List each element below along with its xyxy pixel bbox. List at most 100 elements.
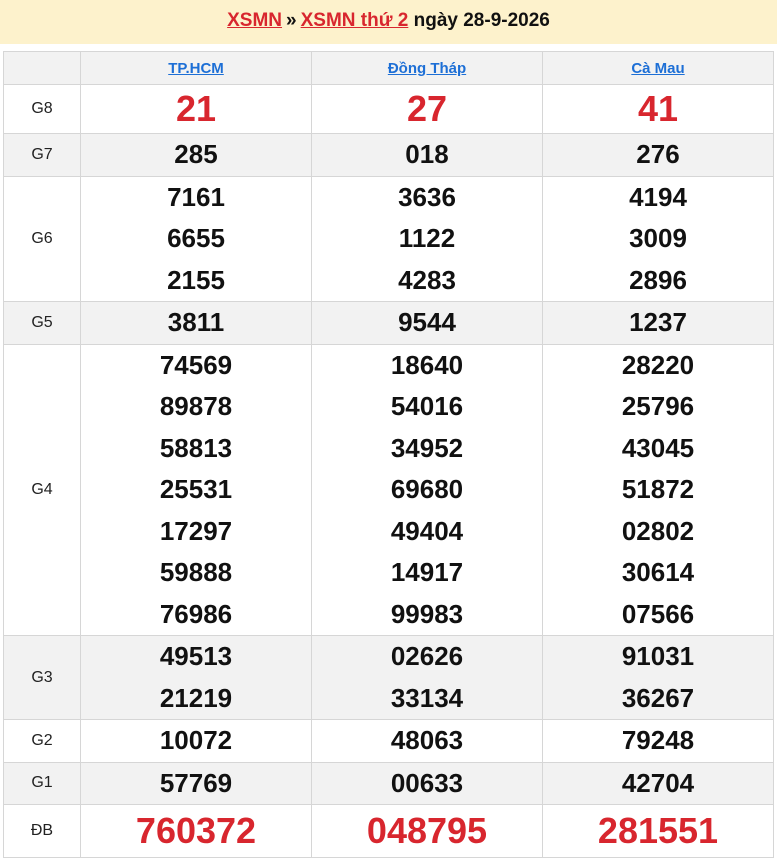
results-body: G8 21 27 41 G7 285 018 276 G6 7161 6655 2155 3636 112… xyxy=(3,84,774,858)
result-number: 14917 xyxy=(390,557,464,587)
result-number: 34952 xyxy=(390,432,464,463)
result-cell: 048795 xyxy=(311,804,543,858)
result-number: 02802 xyxy=(621,515,695,546)
prize-label: G5 xyxy=(3,301,81,345)
result-cell: 3811 xyxy=(80,301,312,345)
result-cell: 276 xyxy=(542,133,774,177)
result-cell: 760372 xyxy=(80,804,312,858)
result-cell: 74569 89878 58813 25531 17297 59888 76986 xyxy=(80,343,312,636)
result-number: 58813 xyxy=(159,432,233,463)
result-cell: 21 xyxy=(80,84,312,134)
result-number: 99983 xyxy=(390,598,464,629)
result-number: 59888 xyxy=(159,557,233,587)
result-cell: 018 xyxy=(311,133,543,177)
prize-row: G8 21 27 41 xyxy=(3,84,774,134)
result-number: 49404 xyxy=(390,515,464,546)
result-number: 17297 xyxy=(159,515,233,546)
result-number: 33134 xyxy=(390,682,464,713)
prize-label: G7 xyxy=(3,133,81,177)
result-number: 2896 xyxy=(629,264,687,295)
result-cell: 28220 25796 43045 51872 02802 30614 07566 xyxy=(542,343,774,636)
prize-label: G1 xyxy=(3,761,81,805)
result-number: 6655 xyxy=(167,223,225,253)
result-number: 43045 xyxy=(621,432,695,463)
result-cell: 4194 3009 2896 xyxy=(542,175,774,302)
results-table: TP.HCM Đồng Tháp Cà Mau G8 21 27 41 G7 285 018… xyxy=(3,51,774,858)
result-number: 9544 xyxy=(398,307,456,337)
result-cell: 10072 xyxy=(80,719,312,763)
result-cell: 02626 33134 xyxy=(311,635,543,720)
result-number: 69680 xyxy=(390,474,464,504)
result-number: 10072 xyxy=(159,725,233,755)
result-cell: 7161 6655 2155 xyxy=(80,175,312,302)
result-number: 76986 xyxy=(159,598,233,629)
result-number: 1237 xyxy=(629,307,687,337)
result-number: 28220 xyxy=(621,349,695,380)
prize-row: G1 57769 00633 42704 xyxy=(3,761,774,805)
result-number: 07566 xyxy=(621,598,695,629)
result-number: 27 xyxy=(406,88,448,129)
province-header: Đồng Tháp xyxy=(311,51,543,85)
result-cell: 57769 xyxy=(80,761,312,805)
result-cell: 285 xyxy=(80,133,312,177)
prize-label: G3 xyxy=(3,635,81,720)
result-number: 760372 xyxy=(135,810,257,851)
result-number: 36267 xyxy=(621,682,695,713)
province-link-tphcm[interactable]: TP.HCM xyxy=(168,60,224,77)
result-number: 018 xyxy=(405,139,449,169)
result-number: 18640 xyxy=(390,349,464,380)
result-number: 51872 xyxy=(621,474,695,504)
result-number: 91031 xyxy=(621,641,695,671)
province-header: Cà Mau xyxy=(542,51,774,85)
province-link-dong-thap[interactable]: Đồng Tháp xyxy=(388,60,466,77)
prize-row: G7 285 018 276 xyxy=(3,133,774,177)
draw-date: ngày 28-9-2026 xyxy=(413,10,550,31)
prize-row: G2 10072 48063 79248 xyxy=(3,719,774,763)
xsmn-monday-link[interactable]: XSMN thứ 2 xyxy=(301,10,409,31)
result-cell: 27 xyxy=(311,84,543,134)
result-number: 3636 xyxy=(398,181,456,212)
prize-row: ĐB 760372 048795 281551 xyxy=(3,804,774,858)
result-number: 285 xyxy=(174,139,218,169)
prize-label: G6 xyxy=(3,175,81,302)
page-header: XSMN» XSMN thứ 2 ngày 28-9-2026 xyxy=(0,0,777,44)
result-number: 54016 xyxy=(390,391,464,421)
result-number: 3811 xyxy=(167,307,225,337)
result-cell: 9544 xyxy=(311,301,543,345)
result-cell: 42704 xyxy=(542,761,774,805)
prize-row: G6 7161 6655 2155 3636 1122 4283 4194 3009 2896 xyxy=(3,175,774,302)
result-cell: 18640 54016 34952 69680 49404 14917 99983 xyxy=(311,343,543,636)
result-number: 79248 xyxy=(621,725,695,755)
result-number: 276 xyxy=(636,139,680,169)
corner-cell xyxy=(3,51,81,85)
result-number: 25531 xyxy=(159,474,233,504)
result-cell: 91031 36267 xyxy=(542,635,774,720)
prize-label: G2 xyxy=(3,719,81,763)
result-number: 49513 xyxy=(159,641,233,671)
result-number: 7161 xyxy=(167,181,225,212)
result-number: 4194 xyxy=(629,181,687,212)
result-number: 4283 xyxy=(398,264,456,295)
result-cell: 41 xyxy=(542,84,774,134)
prize-label: G4 xyxy=(3,343,81,636)
result-cell: 00633 xyxy=(311,761,543,805)
province-link-ca-mau[interactable]: Cà Mau xyxy=(631,60,684,77)
prize-label: G8 xyxy=(3,84,81,134)
prize-label: ĐB xyxy=(3,804,81,858)
result-number: 41 xyxy=(637,88,679,129)
xsmn-link[interactable]: XSMN xyxy=(227,10,282,31)
result-number: 3009 xyxy=(629,223,687,253)
result-number: 21 xyxy=(175,88,217,129)
prize-row: G5 3811 9544 1237 xyxy=(3,301,774,345)
prize-row: G4 74569 89878 58813 25531 17297 59888 76986 186… xyxy=(3,343,774,636)
province-header-row: TP.HCM Đồng Tháp Cà Mau xyxy=(3,51,774,85)
result-number: 30614 xyxy=(621,557,695,587)
result-cell: 1237 xyxy=(542,301,774,345)
province-header: TP.HCM xyxy=(80,51,312,85)
result-number: 74569 xyxy=(159,349,233,380)
result-number: 048795 xyxy=(366,810,488,851)
result-number: 21219 xyxy=(159,682,233,713)
result-number: 2155 xyxy=(167,264,225,295)
result-number: 57769 xyxy=(159,767,233,798)
result-number: 1122 xyxy=(398,223,456,253)
